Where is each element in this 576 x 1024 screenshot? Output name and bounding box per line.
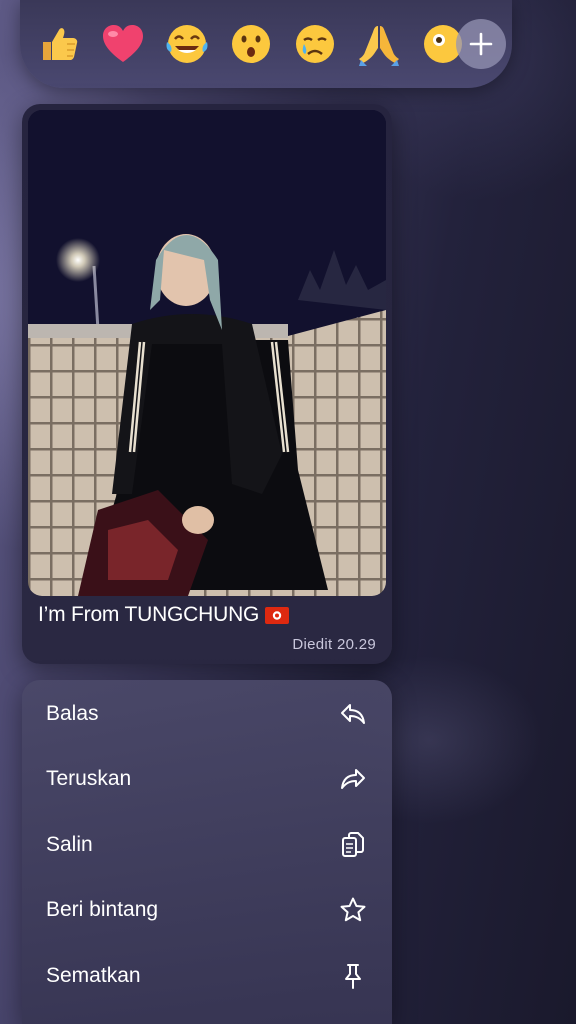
menu-item-label: Sematkan (46, 964, 141, 987)
folded-hands-icon (359, 26, 399, 66)
message-caption: I’m From TUNGCHUNG (38, 600, 378, 630)
add-reaction-button[interactable] (456, 19, 506, 69)
reaction-crying[interactable] (290, 19, 340, 69)
menu-item-label: Balas (46, 702, 99, 725)
copy-icon (338, 830, 368, 860)
surprised-face-icon (232, 25, 270, 63)
menu-item-reply[interactable]: Balas (22, 682, 392, 746)
forward-icon (338, 764, 368, 794)
reaction-heart[interactable] (98, 19, 148, 69)
menu-item-label: Beri bintang (46, 898, 159, 921)
plus-icon (469, 32, 493, 56)
crying-face-icon (296, 25, 334, 63)
message-edited-time: Diedit 20.29 (292, 636, 376, 653)
pin-icon (338, 961, 368, 991)
menu-item-copy[interactable]: Salin (22, 813, 392, 877)
context-menu: Balas Teruskan Salin Beri bintang Sematk… (22, 680, 392, 1024)
reaction-pray[interactable] (354, 19, 404, 69)
message-photo[interactable] (28, 110, 386, 596)
menu-item-label: Teruskan (46, 767, 132, 790)
reaction-surprised[interactable] (226, 19, 276, 69)
reaction-laughing[interactable] (162, 19, 212, 69)
message-bubble[interactable]: I’m From TUNGCHUNG Diedit 20.29 (22, 104, 392, 664)
menu-item-forward[interactable]: Teruskan (22, 747, 392, 811)
tears-of-joy-icon (166, 25, 208, 63)
menu-item-star[interactable]: Beri bintang (22, 878, 392, 942)
red-heart-icon (103, 25, 143, 62)
reply-icon (338, 699, 368, 729)
caption-text: I’m From TUNGCHUNG (38, 603, 260, 626)
thumbs-up-icon (43, 28, 78, 60)
reaction-bar (20, 0, 512, 88)
reaction-thumbs-up[interactable] (34, 19, 84, 69)
menu-item-pin[interactable]: Sematkan (22, 944, 392, 1008)
star-icon (338, 895, 368, 925)
photo-image (28, 110, 386, 596)
menu-item-label: Salin (46, 833, 93, 856)
hong-kong-flag-icon (265, 606, 290, 624)
